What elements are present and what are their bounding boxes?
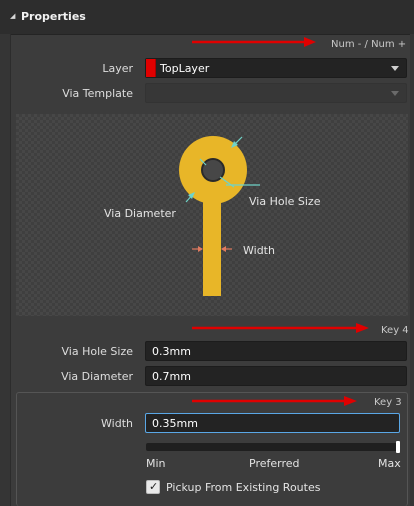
via-diagram: Via Diameter Via Hole Size Width <box>16 114 408 316</box>
pickup-label[interactable]: Pickup From Existing Routes <box>166 481 320 494</box>
slider-min-label: Min <box>146 457 166 470</box>
width-slider-track[interactable] <box>146 443 400 451</box>
layer-color-swatch <box>146 59 156 77</box>
red-arrow-icon <box>192 323 369 333</box>
properties-header[interactable]: ◢ Properties <box>0 0 414 35</box>
chevron-down-icon[interactable] <box>391 66 399 71</box>
via-drawing <box>179 136 260 296</box>
pickup-checkbox[interactable]: ✓ <box>146 480 160 494</box>
panel-title: Properties <box>21 10 86 23</box>
red-arrow-icon <box>192 37 316 47</box>
slider-preferred-label: Preferred <box>249 457 300 470</box>
width-input[interactable]: 0.35mm <box>145 413 400 433</box>
width-key-hint: Key 3 <box>374 397 402 408</box>
red-arrow-icon <box>192 396 357 406</box>
via-key-hint: Key 4 <box>381 325 409 336</box>
via-diameter-input[interactable]: 0.7mm <box>145 366 407 386</box>
via-diameter-diagram-label: Via Diameter <box>104 207 176 220</box>
right-scrollbar[interactable] <box>410 34 414 506</box>
layer-shortcut-hint: Num - / Num + <box>331 39 407 50</box>
via-hole-size-label: Via Hole Size <box>61 345 133 358</box>
width-diagram-label: Width <box>243 244 275 257</box>
via-template-dropdown[interactable] <box>145 83 407 103</box>
via-hole-size-input[interactable]: 0.3mm <box>145 341 407 361</box>
layer-label: Layer <box>102 62 133 75</box>
via-template-label: Via Template <box>62 87 133 100</box>
width-slider-thumb[interactable] <box>396 441 400 453</box>
collapse-triangle-icon[interactable]: ◢ <box>10 12 15 20</box>
chevron-down-icon[interactable] <box>391 91 399 96</box>
layer-dropdown[interactable]: TopLayer <box>145 58 407 78</box>
slider-max-label: Max <box>378 457 401 470</box>
left-gutter <box>0 34 11 506</box>
width-label: Width <box>101 417 133 430</box>
via-diameter-label: Via Diameter <box>61 370 133 383</box>
layer-value: TopLayer <box>160 62 210 75</box>
checkmark-icon: ✓ <box>149 480 159 493</box>
via-hole-size-diagram-label: Via Hole Size <box>249 195 321 208</box>
